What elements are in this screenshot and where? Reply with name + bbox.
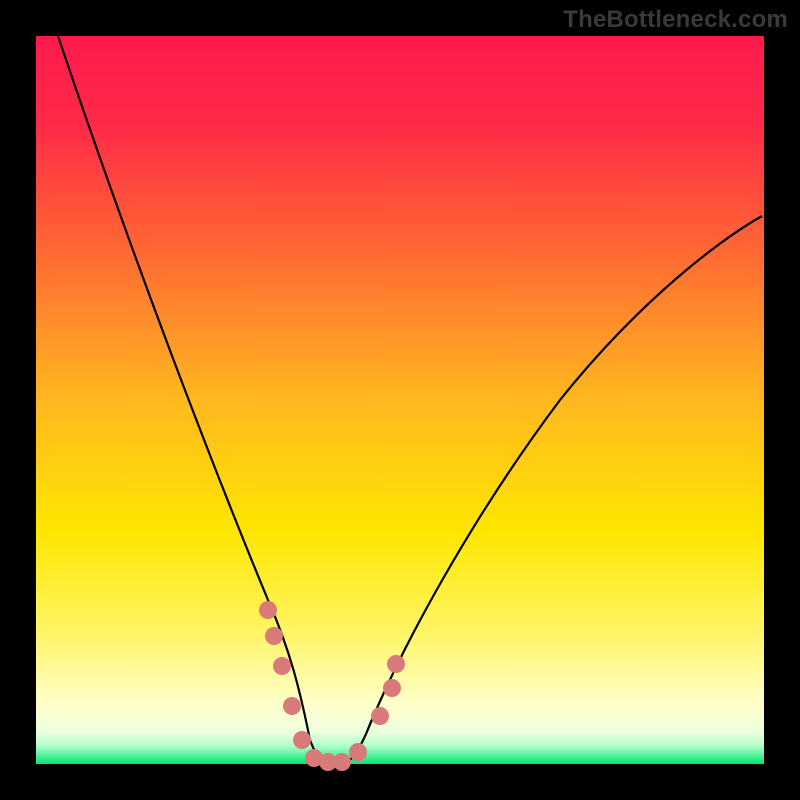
gradient-plot-area (36, 36, 764, 764)
watermark-text: TheBottleneck.com (563, 6, 788, 34)
bottleneck-chart (0, 0, 800, 800)
